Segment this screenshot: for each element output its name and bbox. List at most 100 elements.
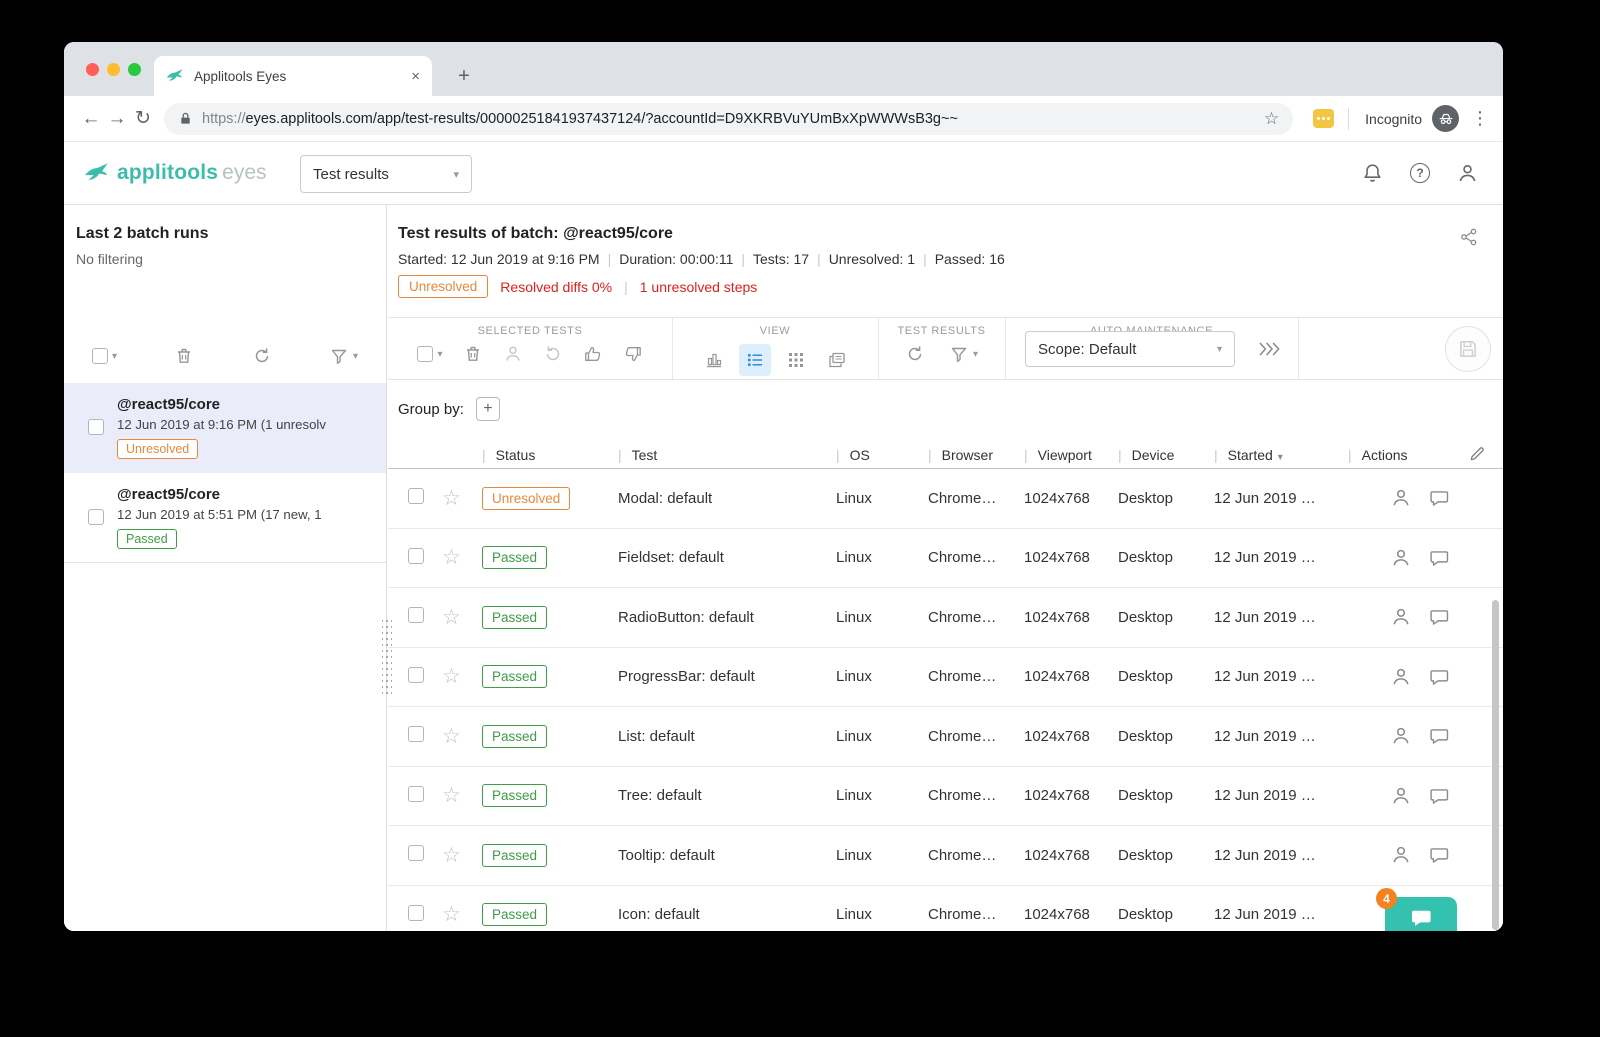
url-text[interactable]: https://eyes.applitools.com/app/test-res… (202, 111, 1256, 127)
col-browser[interactable]: | Browser (928, 447, 1024, 463)
checkbox-icon[interactable] (92, 348, 108, 364)
checkbox-icon[interactable] (417, 346, 434, 362)
notifications-bell-icon[interactable] (1361, 162, 1384, 185)
row-checkbox[interactable] (408, 904, 424, 921)
assign-user-icon[interactable] (1390, 844, 1412, 866)
batch-checkbox[interactable] (88, 419, 104, 435)
save-button[interactable] (1445, 326, 1491, 372)
table-row[interactable]: ☆ Passed List: default Linux Chrome… 102… (388, 707, 1503, 767)
col-test[interactable]: | Test (618, 447, 836, 463)
favorite-star-icon[interactable]: ☆ (442, 665, 461, 688)
table-row[interactable]: ☆ Passed Tree: default Linux Chrome… 102… (388, 767, 1503, 826)
close-window-button[interactable] (86, 63, 99, 76)
chart-view-button[interactable] (698, 344, 730, 376)
table-row[interactable]: ☆ Passed Icon: default Linux Chrome… 102… (388, 886, 1503, 932)
filter-results-button[interactable]: ▾ (949, 344, 978, 364)
cell-test[interactable]: Icon: default (618, 906, 836, 923)
batch-checkbox[interactable] (88, 509, 104, 525)
col-started[interactable]: | Started ▾ (1214, 447, 1348, 463)
batch-summary-view-button[interactable] (821, 344, 853, 376)
row-checkbox[interactable] (408, 785, 424, 802)
forward-icon[interactable]: → (104, 108, 130, 130)
extension-icon[interactable] (1313, 109, 1335, 128)
filter-batches-button[interactable]: ▾ (329, 346, 358, 366)
cell-test[interactable]: Tooltip: default (618, 847, 836, 864)
col-viewport[interactable]: | Viewport (1024, 447, 1118, 463)
cell-test[interactable]: ProgressBar: default (618, 668, 836, 685)
run-maintenance-icon[interactable] (1257, 337, 1281, 361)
cell-test[interactable]: List: default (618, 728, 836, 745)
select-all-checkbox[interactable]: ▾ (92, 348, 117, 364)
favorite-star-icon[interactable]: ☆ (442, 784, 461, 807)
col-status[interactable]: | Status (482, 447, 618, 463)
favorite-star-icon[interactable]: ☆ (442, 725, 461, 748)
url-bar[interactable]: https://eyes.applitools.com/app/test-res… (164, 102, 1294, 135)
favorite-star-icon[interactable]: ☆ (442, 487, 461, 510)
support-chat-button[interactable]: 4 (1376, 888, 1457, 931)
page-select[interactable]: Test results ▾ (300, 155, 472, 193)
cell-test[interactable]: Fieldset: default (618, 549, 836, 566)
assign-user-icon[interactable] (1390, 487, 1412, 509)
browser-menu-icon[interactable]: ⋮ (1471, 108, 1489, 129)
undo-icon[interactable] (543, 344, 563, 364)
assign-user-icon[interactable] (1390, 725, 1412, 747)
col-device[interactable]: | Device (1118, 447, 1214, 463)
assign-user-icon[interactable] (1390, 666, 1412, 688)
favorite-star-icon[interactable]: ☆ (442, 606, 461, 629)
comment-icon[interactable] (1428, 666, 1450, 688)
refresh-results-icon[interactable] (905, 344, 925, 364)
comment-icon[interactable] (1428, 844, 1450, 866)
grid-view-button[interactable] (780, 344, 812, 376)
account-icon[interactable] (1456, 162, 1479, 185)
cell-test[interactable]: Tree: default (618, 787, 836, 804)
maximize-window-button[interactable] (128, 63, 141, 76)
minimize-window-button[interactable] (107, 63, 120, 76)
applitools-logo[interactable]: applitools eyes (84, 142, 267, 204)
edit-columns-pencil-icon[interactable] (1468, 444, 1487, 463)
browser-tab[interactable]: Applitools Eyes × (154, 56, 432, 96)
table-row[interactable]: ☆ Passed RadioButton: default Linux Chro… (388, 588, 1503, 648)
scrollbar[interactable] (1492, 600, 1499, 930)
thumbs-down-icon[interactable] (623, 344, 643, 364)
share-icon[interactable] (1459, 227, 1479, 247)
new-tab-button[interactable]: + (450, 62, 478, 90)
row-checkbox[interactable] (408, 845, 424, 862)
assign-user-icon[interactable] (1390, 547, 1412, 569)
add-group-button[interactable]: + (475, 397, 500, 421)
row-checkbox[interactable] (408, 607, 424, 624)
table-row[interactable]: ☆ Passed Fieldset: default Linux Chrome…… (388, 529, 1503, 588)
unresolved-steps-link[interactable]: 1 unresolved steps (640, 279, 758, 295)
select-all-tests-checkbox[interactable]: ▾ (417, 346, 443, 362)
cell-test[interactable]: Modal: default (618, 490, 836, 507)
assign-user-icon[interactable] (1390, 606, 1412, 628)
scope-select[interactable]: Scope: Default ▾ (1025, 331, 1235, 367)
table-row[interactable]: ☆ Passed ProgressBar: default Linux Chro… (388, 648, 1503, 707)
cell-test[interactable]: RadioButton: default (618, 609, 836, 626)
thumbs-up-icon[interactable] (583, 344, 603, 364)
table-row[interactable]: ☆ Unresolved Modal: default Linux Chrome… (388, 469, 1503, 529)
row-checkbox[interactable] (408, 547, 424, 564)
delete-tests-icon[interactable] (463, 344, 483, 364)
favorite-star-icon[interactable]: ☆ (442, 844, 461, 867)
batch-list-item[interactable]: @react95/core 12 Jun 2019 at 9:16 PM (1 … (64, 383, 386, 473)
row-checkbox[interactable] (408, 726, 424, 743)
comment-icon[interactable] (1428, 785, 1450, 807)
delete-batch-icon[interactable] (174, 346, 194, 366)
col-os[interactable]: | OS (836, 447, 928, 463)
favorite-star-icon[interactable]: ☆ (442, 546, 461, 569)
refresh-batches-icon[interactable] (252, 346, 272, 366)
table-row[interactable]: ☆ Passed Tooltip: default Linux Chrome… … (388, 826, 1503, 886)
row-checkbox[interactable] (408, 666, 424, 683)
sidebar-resize-handle[interactable] (382, 617, 392, 697)
assign-user-icon[interactable] (503, 344, 523, 364)
bookmark-star-icon[interactable]: ☆ (1264, 109, 1279, 129)
comment-icon[interactable] (1428, 725, 1450, 747)
batch-list-item[interactable]: @react95/core 12 Jun 2019 at 5:51 PM (17… (64, 473, 386, 563)
back-icon[interactable]: ← (78, 108, 104, 130)
comment-icon[interactable] (1428, 606, 1450, 628)
tab-close-icon[interactable]: × (411, 68, 420, 85)
comment-icon[interactable] (1428, 487, 1450, 509)
favorite-star-icon[interactable]: ☆ (442, 903, 461, 926)
assign-user-icon[interactable] (1390, 785, 1412, 807)
row-checkbox[interactable] (408, 488, 424, 505)
